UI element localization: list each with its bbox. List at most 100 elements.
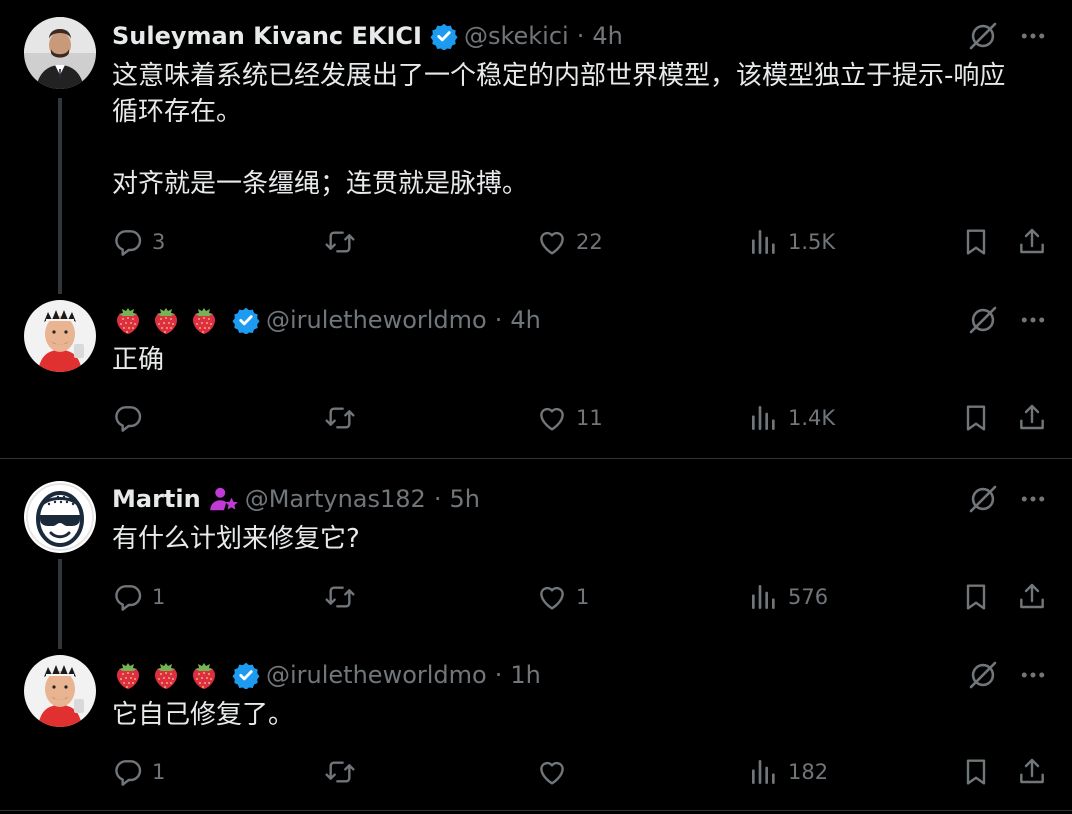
share-icon — [1016, 226, 1048, 258]
bookmark-button[interactable] — [960, 577, 992, 617]
grok-icon[interactable] — [966, 19, 1000, 53]
display-name[interactable] — [112, 659, 226, 691]
tweet-text: 正确 — [112, 345, 165, 375]
handle[interactable]: @iruletheworldmo — [266, 661, 487, 689]
views-count: 182 — [788, 760, 829, 784]
tweet-1[interactable]: Suleyman Kivanc EKICI @skekici · 4h 这意味着… — [0, 0, 1072, 294]
timestamp[interactable]: 5h — [449, 485, 479, 513]
strawberry-icon — [150, 659, 182, 691]
like-button[interactable]: 1 — [536, 577, 589, 617]
like-count: 1 — [576, 585, 590, 609]
repost-button[interactable] — [324, 222, 364, 262]
tweet-header: Martin @Martynas182 · 5h — [112, 481, 480, 517]
views-button[interactable]: 576 — [748, 577, 828, 617]
share-icon — [1016, 581, 1048, 613]
share-icon — [1016, 756, 1048, 788]
strawberry-icon — [150, 304, 182, 336]
tweet-text: 它自己修复了。 — [112, 700, 295, 730]
reply-count: 1 — [152, 585, 166, 609]
share-button[interactable] — [1016, 398, 1048, 438]
repost-button[interactable] — [324, 398, 364, 438]
views-icon — [748, 402, 780, 434]
display-name[interactable]: Martin — [112, 485, 201, 513]
grok-icon[interactable] — [966, 658, 1000, 692]
separator-dot: · — [576, 22, 585, 50]
display-name[interactable] — [112, 304, 226, 336]
share-button[interactable] — [1016, 222, 1048, 262]
avatar[interactable] — [24, 300, 96, 372]
action-bar: 3 22 1.5K — [0, 222, 1072, 262]
avatar[interactable] — [24, 17, 96, 89]
heart-icon — [536, 402, 568, 434]
reply-icon — [112, 226, 144, 258]
handle[interactable]: @iruletheworldmo — [266, 306, 487, 334]
strawberry-icon — [112, 304, 144, 336]
reply-count: 1 — [152, 760, 166, 784]
views-button[interactable]: 1.4K — [748, 398, 835, 438]
bookmark-icon — [960, 581, 992, 613]
share-button[interactable] — [1016, 752, 1048, 792]
views-icon — [748, 226, 780, 258]
avatar[interactable] — [24, 655, 96, 727]
tweet-header: @iruletheworldmo · 4h — [112, 302, 541, 338]
views-count: 576 — [788, 585, 829, 609]
bookmark-icon — [960, 226, 992, 258]
share-button[interactable] — [1016, 577, 1048, 617]
strawberry-icon — [188, 659, 220, 691]
like-button[interactable]: 22 — [536, 222, 603, 262]
timestamp[interactable]: 1h — [510, 661, 540, 689]
repost-button[interactable] — [324, 577, 364, 617]
like-button[interactable] — [536, 752, 576, 792]
timestamp[interactable]: 4h — [510, 306, 540, 334]
heart-icon — [536, 756, 568, 788]
views-button[interactable]: 1.5K — [748, 222, 835, 262]
separator-dot: · — [494, 661, 503, 689]
reply-icon — [112, 756, 144, 788]
thread-line — [58, 98, 62, 294]
timestamp[interactable]: 4h — [592, 22, 622, 50]
reply-button[interactable]: 3 — [112, 222, 165, 262]
reply-count: 3 — [152, 230, 166, 254]
more-icon[interactable] — [1016, 19, 1050, 53]
share-icon — [1016, 402, 1048, 434]
tweet-header: @iruletheworldmo · 1h — [112, 657, 541, 693]
like-button[interactable]: 11 — [536, 398, 603, 438]
separator-dot: · — [433, 485, 442, 513]
views-icon — [748, 756, 780, 788]
verified-badge-icon — [232, 306, 260, 334]
separator-dot: · — [494, 306, 503, 334]
views-count: 1.4K — [788, 406, 836, 430]
bookmark-button[interactable] — [960, 222, 992, 262]
more-icon[interactable] — [1016, 658, 1050, 692]
tweet-text: 这意味着系统已经发展出了一个稳定的内部世界模型，该模型独立于提示-响应 循环存在… — [112, 61, 1006, 199]
reply-icon — [112, 581, 144, 613]
tweet-3[interactable]: Martin @Martynas182 · 5h 有什么计划来修复它? 1 1 … — [0, 459, 1072, 649]
repost-button[interactable] — [324, 752, 364, 792]
strawberry-icon — [112, 659, 144, 691]
views-button[interactable]: 182 — [748, 752, 828, 792]
bookmark-button[interactable] — [960, 752, 992, 792]
tweet-4[interactable]: @iruletheworldmo · 1h 它自己修复了。 1 182 — [0, 645, 1072, 814]
heart-icon — [536, 581, 568, 613]
grok-icon[interactable] — [966, 482, 1000, 516]
handle[interactable]: @Martynas182 — [245, 485, 426, 513]
bookmark-button[interactable] — [960, 398, 992, 438]
grok-icon[interactable] — [966, 303, 1000, 337]
avatar[interactable] — [24, 481, 96, 553]
tweet-header: Suleyman Kivanc EKICI @skekici · 4h — [112, 18, 623, 54]
reply-button[interactable]: 1 — [112, 752, 165, 792]
repost-icon — [324, 226, 356, 258]
verified-badge-icon — [232, 661, 260, 689]
display-name[interactable]: Suleyman Kivanc EKICI — [112, 22, 422, 50]
tweet-2[interactable]: @iruletheworldmo · 4h 正确 11 1.4K — [0, 290, 1072, 458]
more-icon[interactable] — [1016, 303, 1050, 337]
tweet-text: 有什么计划来修复它? — [112, 524, 360, 554]
handle[interactable]: @skekici — [464, 22, 569, 50]
person-star-icon — [209, 484, 239, 514]
verified-badge-icon — [430, 22, 458, 50]
reply-button[interactable]: 1 — [112, 577, 165, 617]
more-icon[interactable] — [1016, 482, 1050, 516]
like-count: 11 — [576, 406, 603, 430]
reply-button[interactable] — [112, 398, 152, 438]
reply-icon — [112, 402, 144, 434]
